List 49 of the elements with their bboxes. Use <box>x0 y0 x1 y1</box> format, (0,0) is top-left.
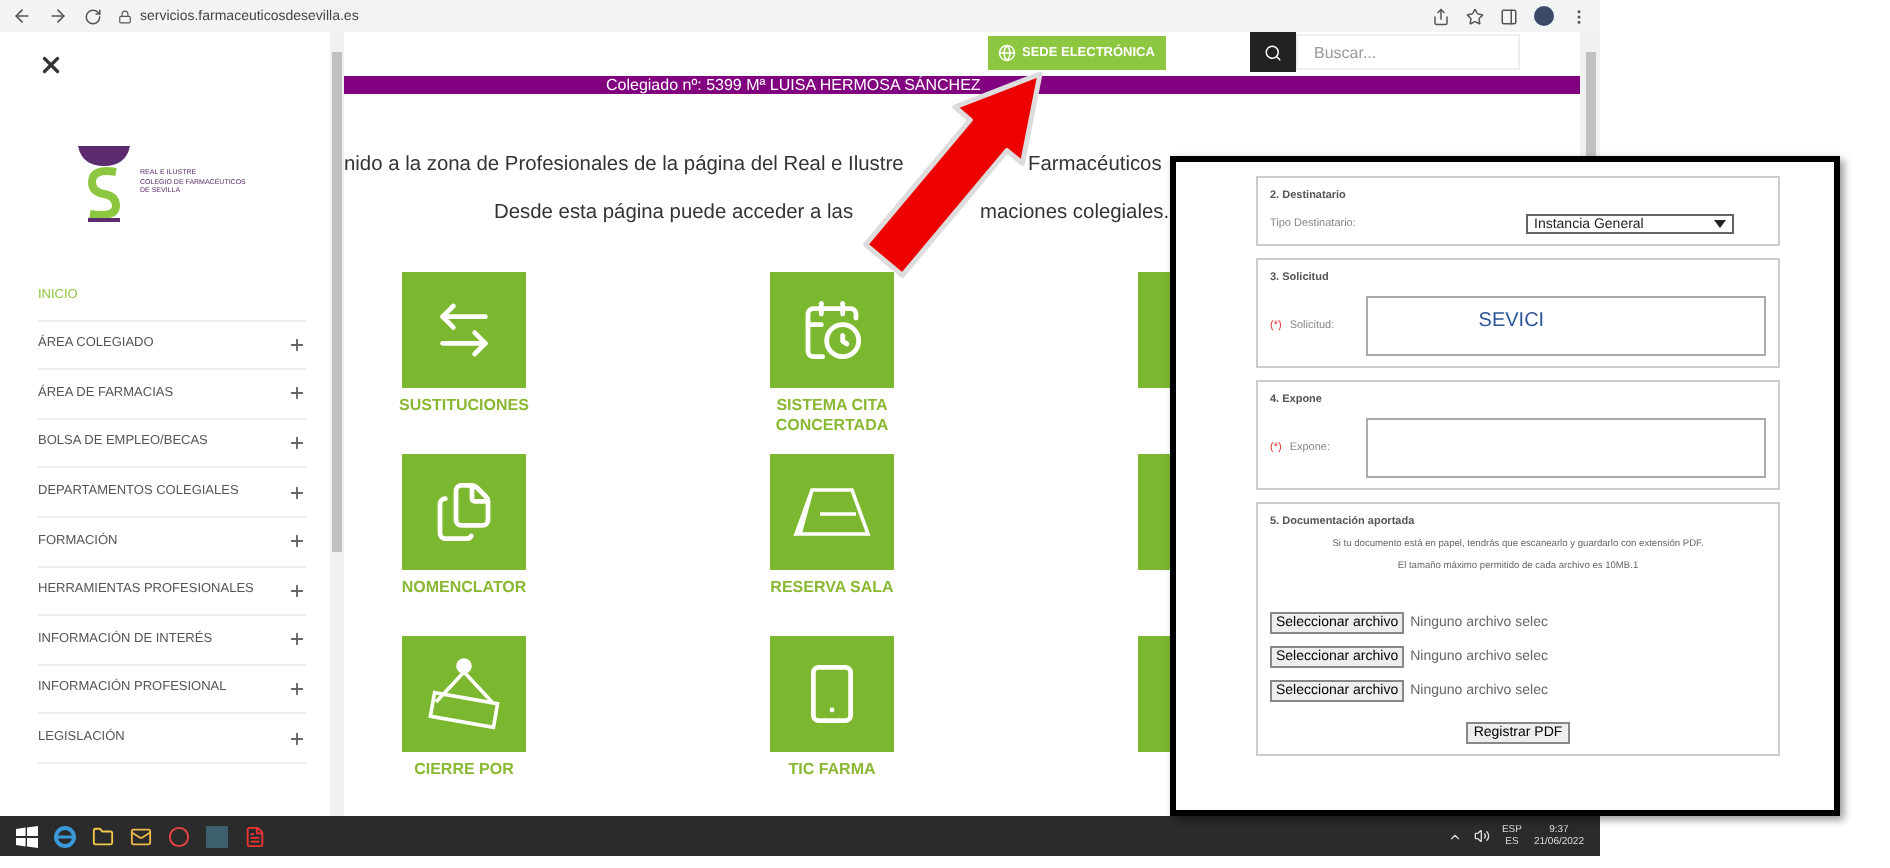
welcome-text: Farmacéuticos <box>1028 154 1162 176</box>
service-tile[interactable] <box>770 636 894 752</box>
service-tile[interactable] <box>402 636 526 752</box>
reload-icon[interactable] <box>84 7 102 25</box>
browser-e-icon[interactable] <box>54 825 76 847</box>
search-icon <box>1264 43 1282 61</box>
side-panel-icon[interactable] <box>1500 7 1518 25</box>
welcome-text: Desde esta página puede acceder a las <box>494 202 854 224</box>
back-icon[interactable] <box>12 6 32 26</box>
plus-icon[interactable] <box>288 384 306 403</box>
plus-icon[interactable] <box>288 532 306 551</box>
chevron-up-icon[interactable] <box>1447 829 1462 843</box>
chevron-down-icon <box>1714 220 1726 228</box>
search-button[interactable] <box>1250 32 1296 72</box>
lock-icon <box>118 9 132 23</box>
calendar-clock-icon <box>800 298 864 362</box>
service-tile[interactable] <box>402 272 526 388</box>
pdf-icon[interactable] <box>244 825 266 847</box>
star-icon[interactable] <box>1466 7 1484 25</box>
globe-icon <box>998 43 1016 61</box>
forward-icon[interactable] <box>48 6 68 26</box>
plus-icon[interactable] <box>288 729 306 748</box>
search-field[interactable]: Buscar... <box>1296 34 1520 70</box>
mail-icon[interactable] <box>130 825 152 847</box>
user-banner: Colegiado nº: 5399 Mª LUISA HERMOSA SÁNCHEZ <box>344 76 1580 94</box>
share-icon[interactable] <box>1432 7 1450 25</box>
logo-icon <box>76 142 132 222</box>
service-tile[interactable] <box>770 272 894 388</box>
folder-icon[interactable] <box>92 825 114 847</box>
plus-icon[interactable] <box>288 630 306 649</box>
service-tile[interactable] <box>770 454 894 570</box>
welcome-text: nido a la zona de Profesionales de la página del Real e Ilustre <box>344 154 904 176</box>
table-tent-icon <box>792 486 872 538</box>
welcome-text: maciones colegiales. <box>980 202 1170 224</box>
plus-icon[interactable] <box>288 581 306 600</box>
browser-icon[interactable] <box>168 825 190 847</box>
profile-avatar[interactable] <box>1534 6 1554 26</box>
text-area[interactable]: SEVICI <box>1366 296 1766 356</box>
plus-icon[interactable] <box>288 434 306 453</box>
plus-icon[interactable] <box>288 680 306 699</box>
close-icon[interactable] <box>38 52 64 78</box>
hanging-sign-icon <box>424 658 504 730</box>
plus-icon[interactable] <box>288 483 306 502</box>
windows-icon[interactable] <box>16 825 38 847</box>
documents-icon <box>432 480 496 544</box>
plus-icon[interactable] <box>288 335 306 354</box>
speaker-icon[interactable] <box>1473 828 1490 844</box>
scrollbar[interactable] <box>330 32 344 816</box>
service-tile[interactable] <box>402 454 526 570</box>
